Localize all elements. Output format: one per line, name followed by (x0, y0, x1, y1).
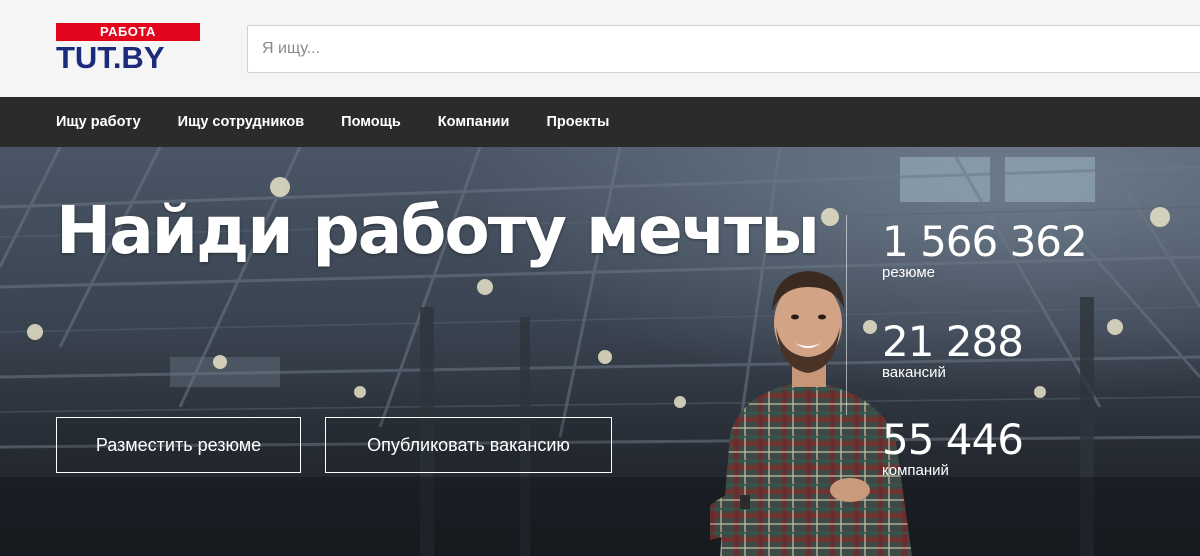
man-portrait-image (710, 271, 912, 556)
hero-title: Найди работу мечты (56, 192, 820, 269)
stat-resumes-value: 1 566 362 (882, 217, 1088, 266)
stat-companies: 55 446 компаний (882, 415, 1024, 479)
nav-item-job-search[interactable]: Ищу работу (56, 114, 141, 130)
nav-item-projects[interactable]: Проекты (546, 114, 609, 130)
logo-rabota-label: РАБОТА (56, 23, 200, 41)
header: РАБОТА TUT.BY (0, 0, 1200, 97)
stat-vacancies-label: вакансий (882, 364, 946, 381)
stat-companies-label: компаний (882, 462, 949, 479)
stats-divider (846, 215, 847, 415)
stat-vacancies: 21 288 вакансий (882, 317, 1024, 381)
stat-companies-value: 55 446 (882, 415, 1024, 464)
nav-item-help[interactable]: Помощь (341, 114, 401, 130)
logo-tutby-label: TUT.BY (56, 40, 165, 75)
post-vacancy-button[interactable]: Опубликовать вакансию (325, 417, 612, 473)
stat-resumes: 1 566 362 резюме (882, 217, 1088, 281)
stat-resumes-label: резюме (882, 264, 935, 281)
nav-item-employee-search[interactable]: Ищу сотрудников (178, 114, 305, 130)
hero-banner: Найди работу мечты Разместить резюме Опу… (0, 147, 1200, 556)
stat-vacancies-value: 21 288 (882, 317, 1024, 366)
post-resume-button[interactable]: Разместить резюме (56, 417, 301, 473)
search-input[interactable] (247, 25, 1200, 73)
site-logo[interactable]: РАБОТА TUT.BY (56, 23, 201, 75)
nav-item-companies[interactable]: Компании (438, 114, 510, 130)
main-nav: Ищу работу Ищу сотрудников Помощь Компан… (0, 97, 1200, 147)
